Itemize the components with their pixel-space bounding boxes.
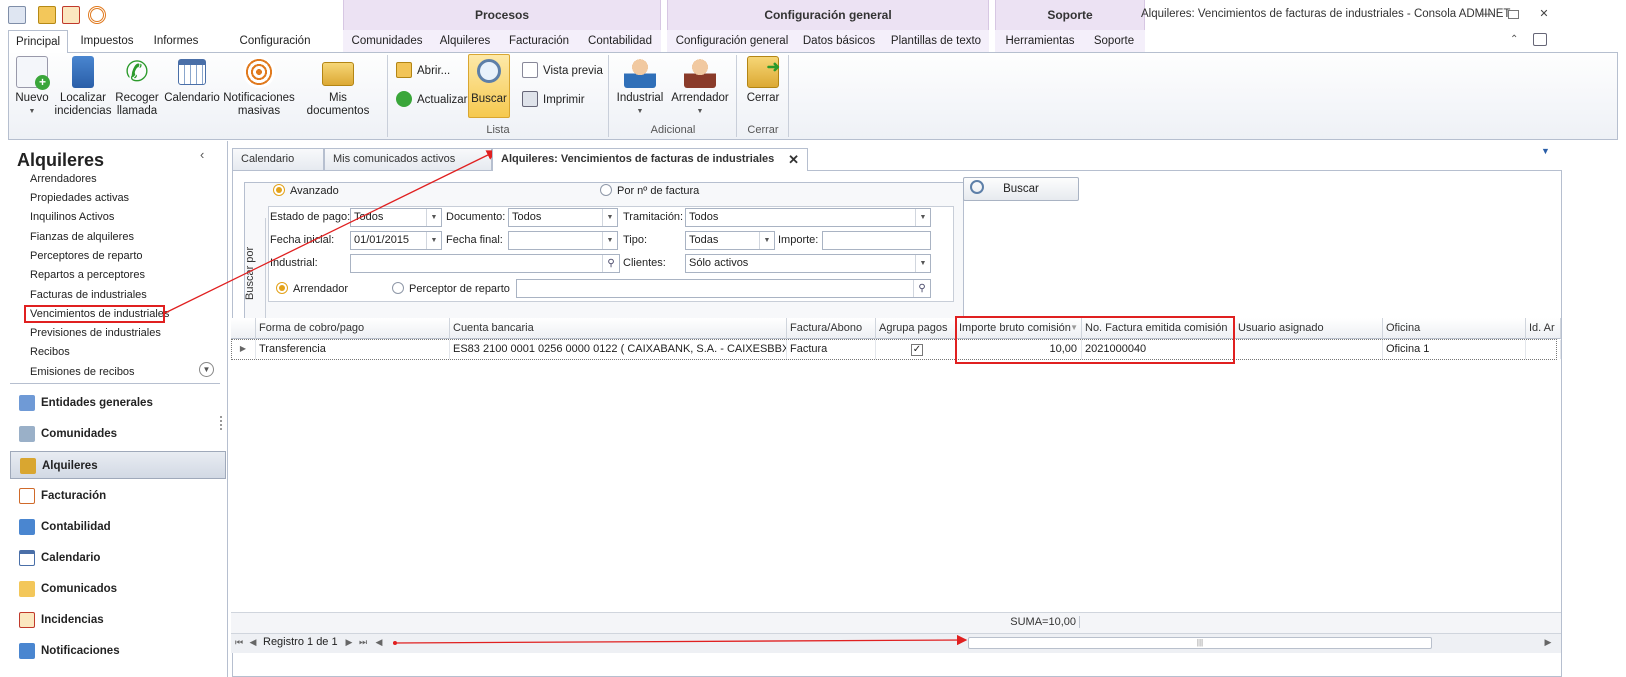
annotation-arrow-tab	[164, 150, 498, 314]
annotation-arrows	[164, 150, 968, 646]
doc-tab-vencimientos[interactable]: Alquileres: Vencimientos de facturas de …	[492, 148, 808, 171]
annotation-arrow-tail	[393, 641, 397, 645]
tab-principal[interactable]: Principal	[8, 30, 68, 53]
annotation-arrow-scroll	[392, 634, 968, 646]
close-tab-icon[interactable]: ✕	[788, 149, 799, 170]
